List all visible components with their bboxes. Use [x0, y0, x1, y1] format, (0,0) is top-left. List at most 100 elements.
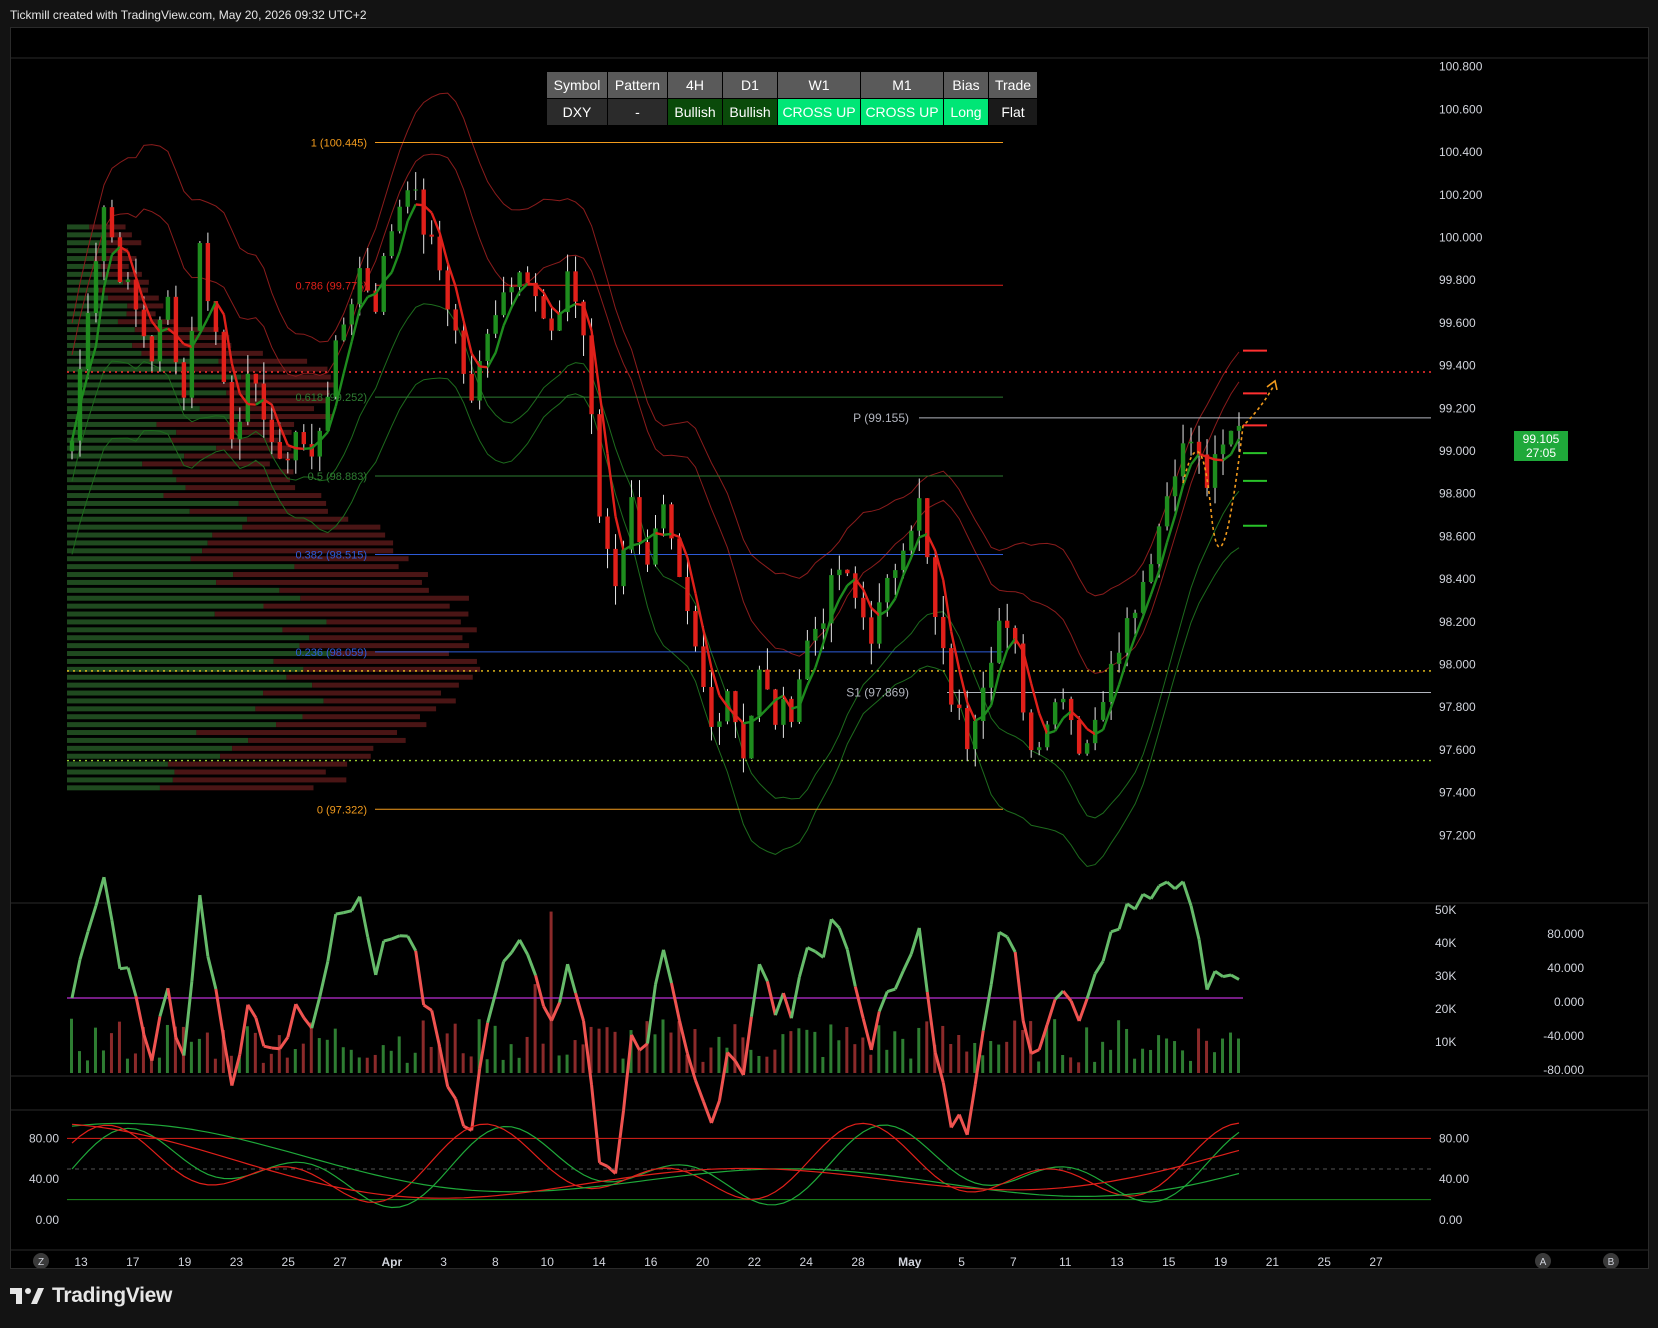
oscillator-segment: [670, 982, 681, 1021]
oscillator-tick-label: 80.000: [1547, 927, 1584, 941]
tradingview-logo[interactable]: TradingView: [10, 1284, 172, 1308]
volume-bar: [69, 1018, 73, 1073]
oscillator-segment: [318, 961, 330, 998]
candle-up: [237, 421, 243, 440]
volume-profile-buy-row: [67, 651, 331, 657]
volume-profile-buy-row: [67, 722, 277, 728]
oscillator-segment: [446, 1085, 457, 1100]
moving-average-segment: [1030, 683, 1041, 714]
volume-bar: [941, 1025, 945, 1073]
time-tick-label: 15: [1162, 1255, 1176, 1268]
volume-bar: [293, 1049, 297, 1073]
volume-bar: [701, 1061, 705, 1073]
moving-average-segment: [550, 306, 561, 316]
candle-up: [1172, 476, 1178, 497]
price-tick-label: 100.600: [1439, 102, 1483, 116]
oscillator-segment: [901, 953, 913, 972]
chart-frame[interactable]: 1 (100.445) 0.786 (99.776) 0.618 (99.252) 0…: [10, 27, 1649, 1269]
value-symbol: DXY: [546, 98, 608, 126]
time-tick-label: 27: [333, 1255, 347, 1268]
oscillator-segment: [702, 1101, 713, 1124]
candle-down: [109, 207, 115, 238]
volume-profile-buy-row: [67, 248, 107, 254]
volume-bar: [973, 1042, 977, 1073]
volume-bar: [365, 1057, 369, 1073]
oscillator-segment: [142, 1034, 154, 1062]
candle-down: [853, 573, 858, 598]
price-chart[interactable]: 1 (100.445) 0.786 (99.776) 0.618 (99.252) 0…: [11, 28, 1648, 1269]
volume-profile-buy-row: [67, 445, 217, 451]
volume-profile-buy-row: [67, 753, 221, 759]
volume-bar: [333, 1028, 337, 1073]
volume-profile-buy-row: [67, 398, 191, 404]
pane-button-label: Z: [38, 1257, 44, 1268]
volume-profile-sell-row: [163, 493, 322, 499]
volume-bar: [381, 1045, 385, 1073]
volume-bar: [717, 1036, 721, 1073]
volume-profile-sell-row: [167, 761, 348, 767]
volume-profile-buy-row: [67, 579, 217, 585]
time-tick-label: 22: [748, 1255, 762, 1268]
oscillator-segment: [335, 911, 345, 916]
time-tick-label: 10: [541, 1255, 555, 1268]
candle-down: [253, 373, 259, 384]
pane-button-label: B: [1608, 1257, 1615, 1268]
volume-profile-sell-row: [103, 232, 132, 238]
candle-up: [821, 623, 826, 629]
volume-bar: [109, 1033, 113, 1073]
candle-up: [357, 268, 362, 305]
volume-profile-sell-row: [233, 572, 428, 578]
volume-bar: [253, 1032, 257, 1073]
volume-profile-buy-row: [67, 256, 95, 262]
volume-profile-buy-row: [67, 477, 177, 483]
candle-up: [837, 569, 842, 576]
volume-bar: [125, 1058, 129, 1073]
volume-tick-label: 30K: [1435, 969, 1456, 983]
time-tick-label: 24: [800, 1255, 814, 1268]
oscillator-segment: [1214, 969, 1224, 978]
oscillator-segment: [678, 1020, 689, 1055]
oscillator-segment: [957, 1113, 969, 1136]
candle-up: [901, 550, 906, 571]
volume-profile-buy-row: [67, 635, 310, 641]
volume-bar: [317, 1038, 321, 1073]
time-tick-label: 25: [1318, 1255, 1332, 1268]
volume-profile-sell-row: [279, 587, 429, 593]
volume-bar: [157, 1057, 161, 1073]
volume-bar: [1141, 1048, 1145, 1073]
volume-profile-buy-row: [67, 232, 104, 238]
volume-profile-buy-row: [67, 350, 142, 356]
candle-up: [1084, 743, 1090, 754]
time-axis: 13 17 19 23 25 27 Apr 3 8 10 14 16 20 22 24 28 May 5 7 11 13…: [33, 1253, 1619, 1269]
volume-profile-buy-row: [67, 730, 197, 736]
volume-bar: [925, 1021, 929, 1073]
candle-down: [421, 189, 426, 235]
volume-bar: [525, 1036, 529, 1073]
price-tick-label: 99.200: [1439, 401, 1476, 415]
candle-down: [765, 669, 770, 690]
candle-down: [461, 330, 466, 374]
volume-profile-sell-row: [286, 674, 473, 680]
volume-profile-sell-row: [232, 745, 374, 751]
volume-bar: [189, 1041, 193, 1073]
volume-bar: [373, 1054, 377, 1073]
volume-profile-sell-row: [294, 564, 399, 570]
volume-bar: [981, 1055, 985, 1073]
candle-down: [1076, 720, 1082, 754]
candle-down: [541, 296, 546, 319]
oscillator-segment: [110, 920, 122, 969]
oscillator-segment: [1117, 903, 1129, 930]
candle-up: [397, 206, 402, 232]
oscillator-segment: [717, 1052, 729, 1102]
volume-bar: [301, 1043, 305, 1073]
volume-bar: [661, 1019, 665, 1073]
oscillator-segment: [1085, 973, 1097, 1000]
oscillator-segment: [454, 1098, 466, 1127]
candle-up: [1164, 496, 1170, 527]
volume-profile-sell-row: [282, 627, 477, 633]
volume-profile-sell-row: [276, 722, 427, 728]
volume-profile-sell-row: [100, 263, 129, 269]
volume-bar: [501, 1059, 505, 1073]
candle-down: [933, 557, 938, 617]
moving-average-segment: [1006, 638, 1017, 651]
